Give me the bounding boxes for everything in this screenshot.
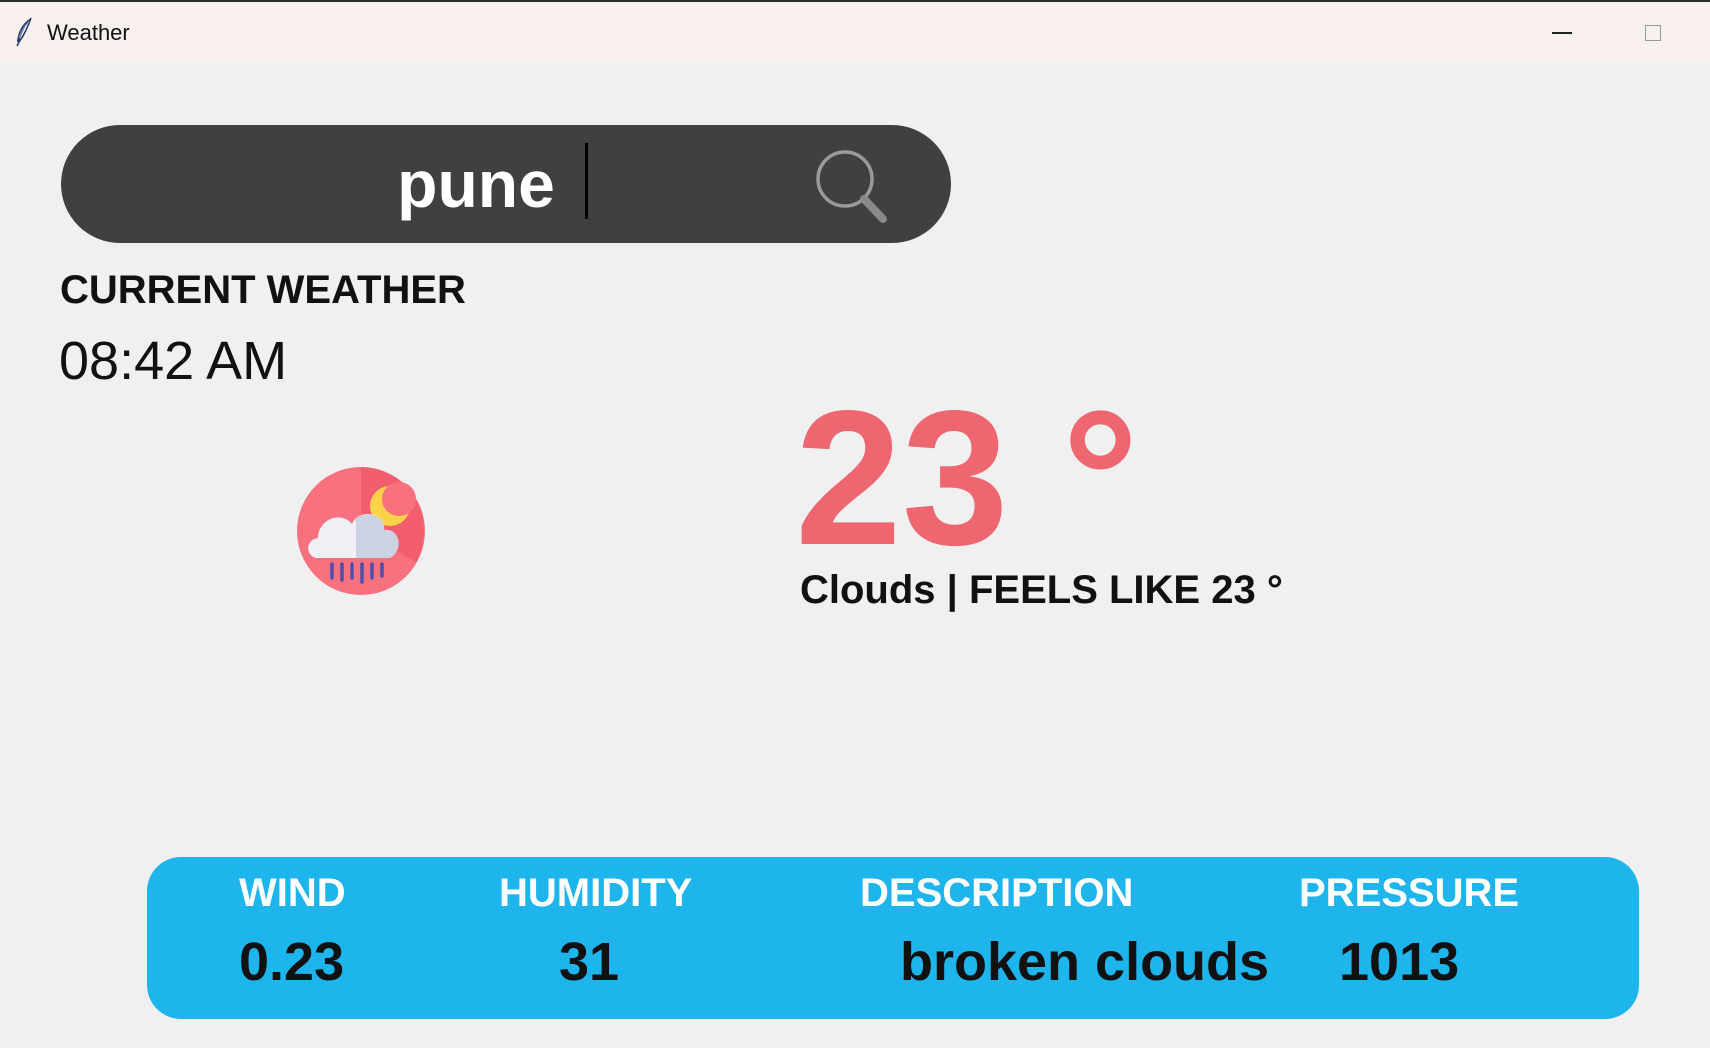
pressure-label: PRESSURE — [1299, 871, 1520, 915]
current-weather-heading: CURRENT WEATHER — [60, 268, 466, 312]
temperature-value: 23 ° — [795, 370, 1139, 585]
minimize-icon — [1552, 32, 1572, 34]
description-label: DESCRIPTION — [860, 871, 1134, 915]
pressure-value: 1013 — [1339, 932, 1460, 992]
maximize-button[interactable] — [1633, 16, 1673, 50]
window-title: Weather — [47, 20, 130, 45]
wind-label: WIND — [239, 871, 346, 915]
weather-details-panel: WIND 0.23 HUMIDITY 31 DESCRIPTION broken… — [147, 857, 1639, 1019]
search-icon[interactable] — [811, 147, 891, 227]
humidity-value: 31 — [559, 932, 620, 992]
search-bar — [61, 125, 951, 243]
local-time: 08:42 AM — [59, 331, 288, 391]
text-caret — [585, 143, 588, 219]
weather-window: Weather CURRENT WEATHER 08:42 AM — [0, 0, 1710, 1048]
description-value: broken clouds — [900, 932, 1270, 992]
humidity-label: HUMIDITY — [499, 871, 693, 915]
wind-value: 0.23 — [239, 932, 345, 992]
city-search-input[interactable] — [161, 139, 791, 229]
cloud-moon-rain-icon — [297, 467, 425, 595]
feather-icon — [16, 17, 32, 47]
condition-feels-like: Clouds | FEELS LIKE 23 ° — [800, 568, 1283, 612]
maximize-icon — [1645, 25, 1661, 41]
title-bar[interactable]: Weather — [0, 0, 1710, 62]
minimize-button[interactable] — [1542, 16, 1582, 50]
